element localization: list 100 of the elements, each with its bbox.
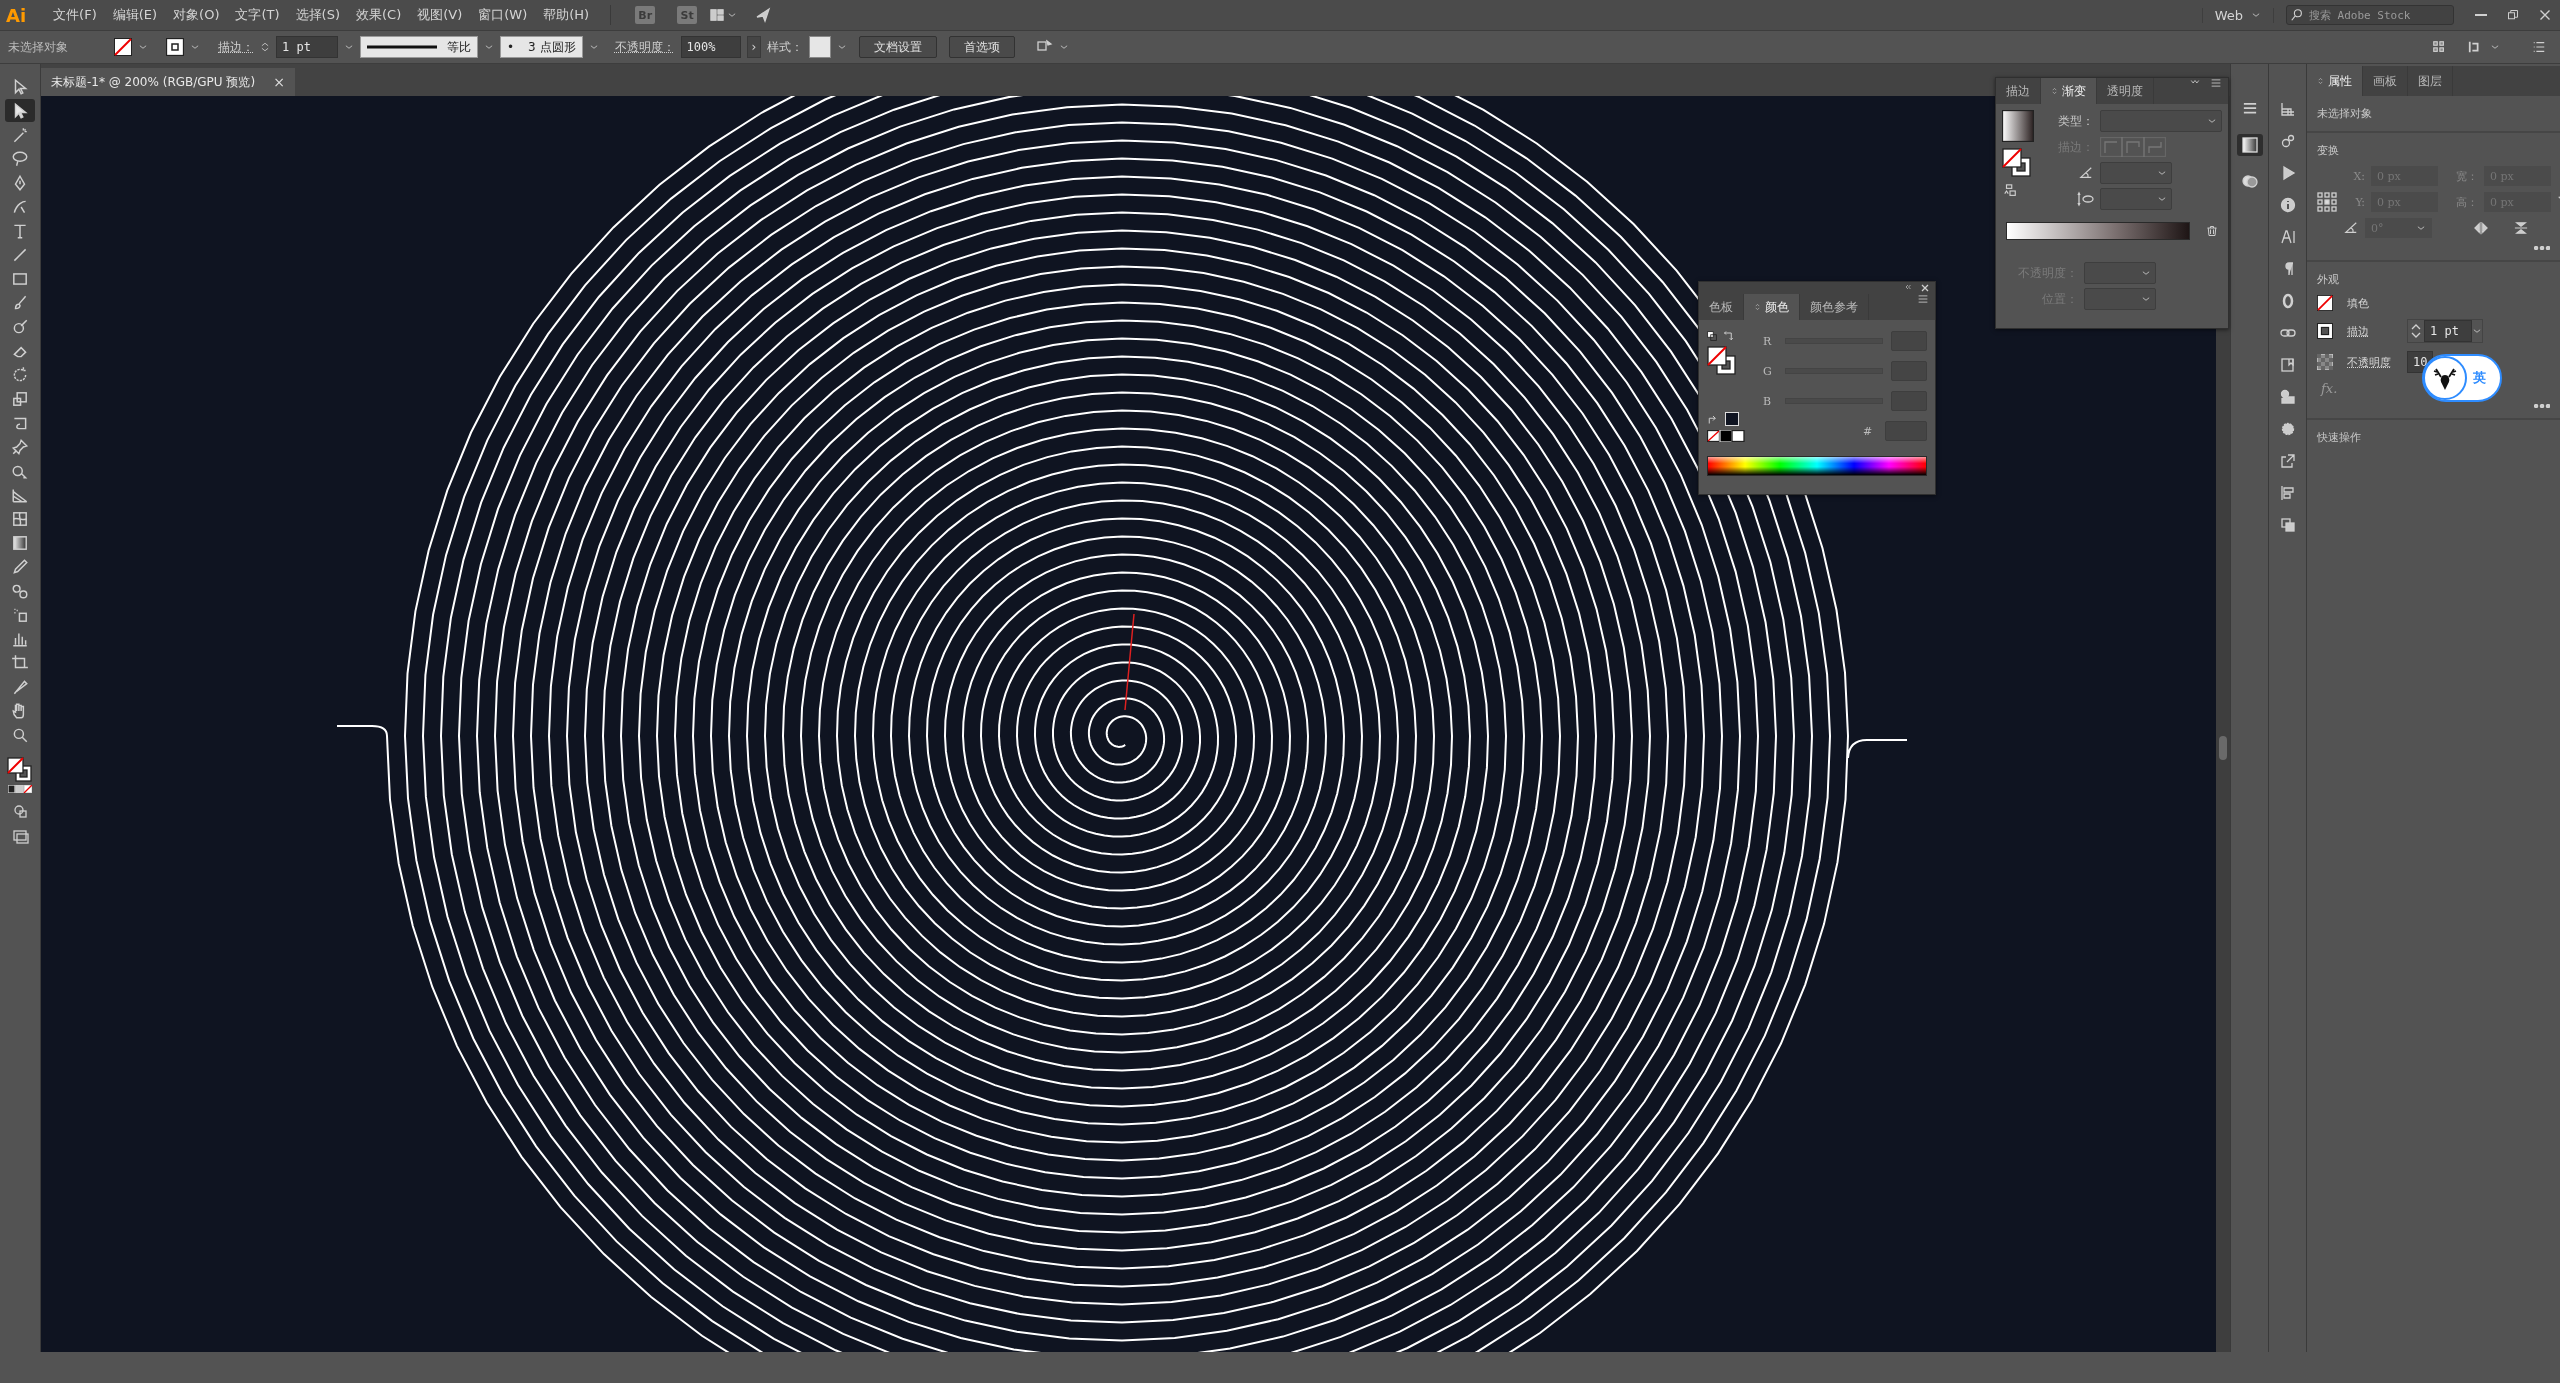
- quick-swatches-icon[interactable]: [1707, 430, 1745, 442]
- info-icon: [2279, 197, 2296, 213]
- last-color-swatch[interactable]: [1725, 412, 1739, 426]
- caret-icon[interactable]: [2207, 116, 2217, 126]
- caret-icon[interactable]: [588, 42, 599, 52]
- menu-item[interactable]: 选择(S): [288, 2, 347, 28]
- draw-mode-icon[interactable]: [12, 803, 28, 819]
- tab-close-button[interactable]: ×: [273, 74, 285, 90]
- out-of-gamut-icon[interactable]: [1707, 413, 1719, 425]
- swap-swatch-icon[interactable]: [2002, 184, 2018, 198]
- caret-icon[interactable]: [2251, 10, 2261, 20]
- brush-dropdown[interactable]: • 3 点圆形: [500, 36, 583, 58]
- gradient-square-icon: [2241, 137, 2258, 153]
- line-profile-icon: [367, 44, 437, 50]
- caret-icon[interactable]: [2472, 326, 2482, 336]
- trash-icon[interactable]: [2206, 224, 2218, 238]
- opacity-field[interactable]: 10: [2407, 351, 2434, 373]
- panel-button[interactable]: 首选项: [949, 36, 1016, 58]
- more-icon[interactable]: [2534, 404, 2550, 408]
- hex-label: #: [1863, 424, 1874, 438]
- menu-item[interactable]: 帮助(H): [536, 2, 597, 28]
- menu-item[interactable]: 文件(F): [46, 2, 104, 28]
- caret-icon[interactable]: [727, 10, 738, 20]
- aspect-ratio-icon: [2076, 191, 2094, 207]
- style-swatch[interactable]: [809, 36, 832, 58]
- opacity-label[interactable]: 不透明度: [2347, 354, 2393, 370]
- caret-icon[interactable]: [344, 42, 354, 52]
- stroke-weight-field[interactable]: 1 pt: [276, 36, 338, 58]
- panel-tab[interactable]: 透明度: [2097, 78, 2154, 104]
- fill-swatch[interactable]: [2317, 295, 2333, 311]
- flip-vertical-icon[interactable]: [2514, 221, 2528, 235]
- panel-tab[interactable]: 颜色参考: [1800, 294, 1869, 320]
- fill-stroke-icon[interactable]: [1707, 346, 1737, 376]
- menu-item[interactable]: 对象(O): [166, 2, 227, 28]
- caret-icon[interactable]: [190, 42, 200, 52]
- document-tab[interactable]: 未标题-1* @ 200% (RGB/GPU 预览): [51, 73, 256, 91]
- panel-tab[interactable]: 画板: [2363, 66, 2408, 96]
- layout-grid-icon[interactable]: [709, 8, 726, 22]
- caret-icon[interactable]: [837, 42, 848, 52]
- fill-stroke-icon[interactable]: [6, 756, 34, 784]
- stroke-profile-dropdown[interactable]: 等比: [360, 36, 478, 58]
- gradient-panel-button[interactable]: [2236, 134, 2263, 156]
- channel-label: G: [1763, 364, 1773, 378]
- search-field[interactable]: 搜索 Adobe Stock: [2286, 5, 2454, 25]
- close-icon[interactable]: [1921, 284, 1929, 292]
- opacity-field[interactable]: 100%: [680, 36, 741, 58]
- menu-item[interactable]: 编辑(E): [105, 2, 165, 28]
- flip-horizontal-icon[interactable]: [2474, 221, 2488, 235]
- opacity-label[interactable]: 不透明度：: [614, 38, 675, 56]
- gradient-swatch[interactable]: [2002, 110, 2034, 142]
- stroke-swatch[interactable]: [2317, 323, 2333, 339]
- menu-item[interactable]: 视图(V): [410, 2, 470, 28]
- stroke-weight-field[interactable]: 1 pt: [2424, 320, 2472, 342]
- caret-icon[interactable]: [2157, 194, 2167, 204]
- checkerboard-icon: [2317, 354, 2333, 370]
- caret-icon[interactable]: [484, 42, 494, 52]
- list-menu-icon[interactable]: [2532, 40, 2546, 54]
- direct-selection-tool-icon[interactable]: [5, 99, 35, 122]
- arrange-grid-icon[interactable]: [2432, 40, 2446, 54]
- panel-menu-icon[interactable]: [2210, 78, 2222, 88]
- color-spectrum[interactable]: [1707, 456, 1927, 476]
- dashed-circle-icon: [2279, 421, 2296, 437]
- more-icon[interactable]: [2534, 246, 2550, 250]
- caret-icon[interactable]: [138, 42, 148, 52]
- updown-icon: [1754, 302, 1761, 312]
- updown-icon: [2317, 76, 2324, 86]
- screen-mode-icon[interactable]: [11, 829, 29, 845]
- caret-icon[interactable]: [2141, 268, 2151, 278]
- panel-tab[interactable]: 渐变: [2041, 78, 2097, 104]
- collapse-icon[interactable]: [1903, 284, 1913, 292]
- rocket-icon[interactable]: [755, 7, 772, 23]
- type-label: 类型：: [2057, 112, 2094, 130]
- menu-item[interactable]: 窗口(W): [471, 2, 535, 28]
- panel-tab[interactable]: 属性: [2307, 66, 2363, 96]
- panel-menu-icon[interactable]: [1917, 294, 1929, 304]
- caret-icon[interactable]: [1059, 42, 1070, 52]
- opacity-expand-button[interactable]: ›: [746, 36, 762, 58]
- fill-swatch[interactable]: [114, 38, 132, 56]
- default-colors-icon[interactable]: [1707, 331, 1717, 341]
- gradient-ramp[interactable]: [2006, 222, 2190, 240]
- panel-tab[interactable]: 颜色: [1744, 294, 1800, 320]
- reference-point-icon[interactable]: [2317, 192, 2337, 212]
- caret-icon[interactable]: [2490, 42, 2500, 52]
- stroke-swatch[interactable]: [166, 38, 184, 56]
- menu-item[interactable]: 文字(T): [228, 2, 287, 28]
- channel-label: B: [1763, 394, 1773, 408]
- fill-stroke-icon[interactable]: [2002, 148, 2032, 178]
- color-mode-icon[interactable]: [8, 785, 32, 793]
- scrollbar-thumb[interactable]: [2219, 736, 2227, 760]
- stroke-label[interactable]: 描边: [2347, 323, 2393, 339]
- swap-icon[interactable]: [1723, 330, 1735, 342]
- panel-button[interactable]: 文档设置: [859, 36, 938, 58]
- stroke-label[interactable]: 描边：: [218, 38, 254, 56]
- caret-icon[interactable]: [2157, 168, 2167, 178]
- panel-tab[interactable]: 图层: [2408, 66, 2453, 96]
- workspace-switcher[interactable]: Web: [2201, 7, 2274, 23]
- caret-icon[interactable]: [2141, 294, 2151, 304]
- caret-icon[interactable]: [2416, 223, 2426, 233]
- circles-icon: [2241, 173, 2258, 189]
- menu-item[interactable]: 效果(C): [349, 2, 409, 28]
